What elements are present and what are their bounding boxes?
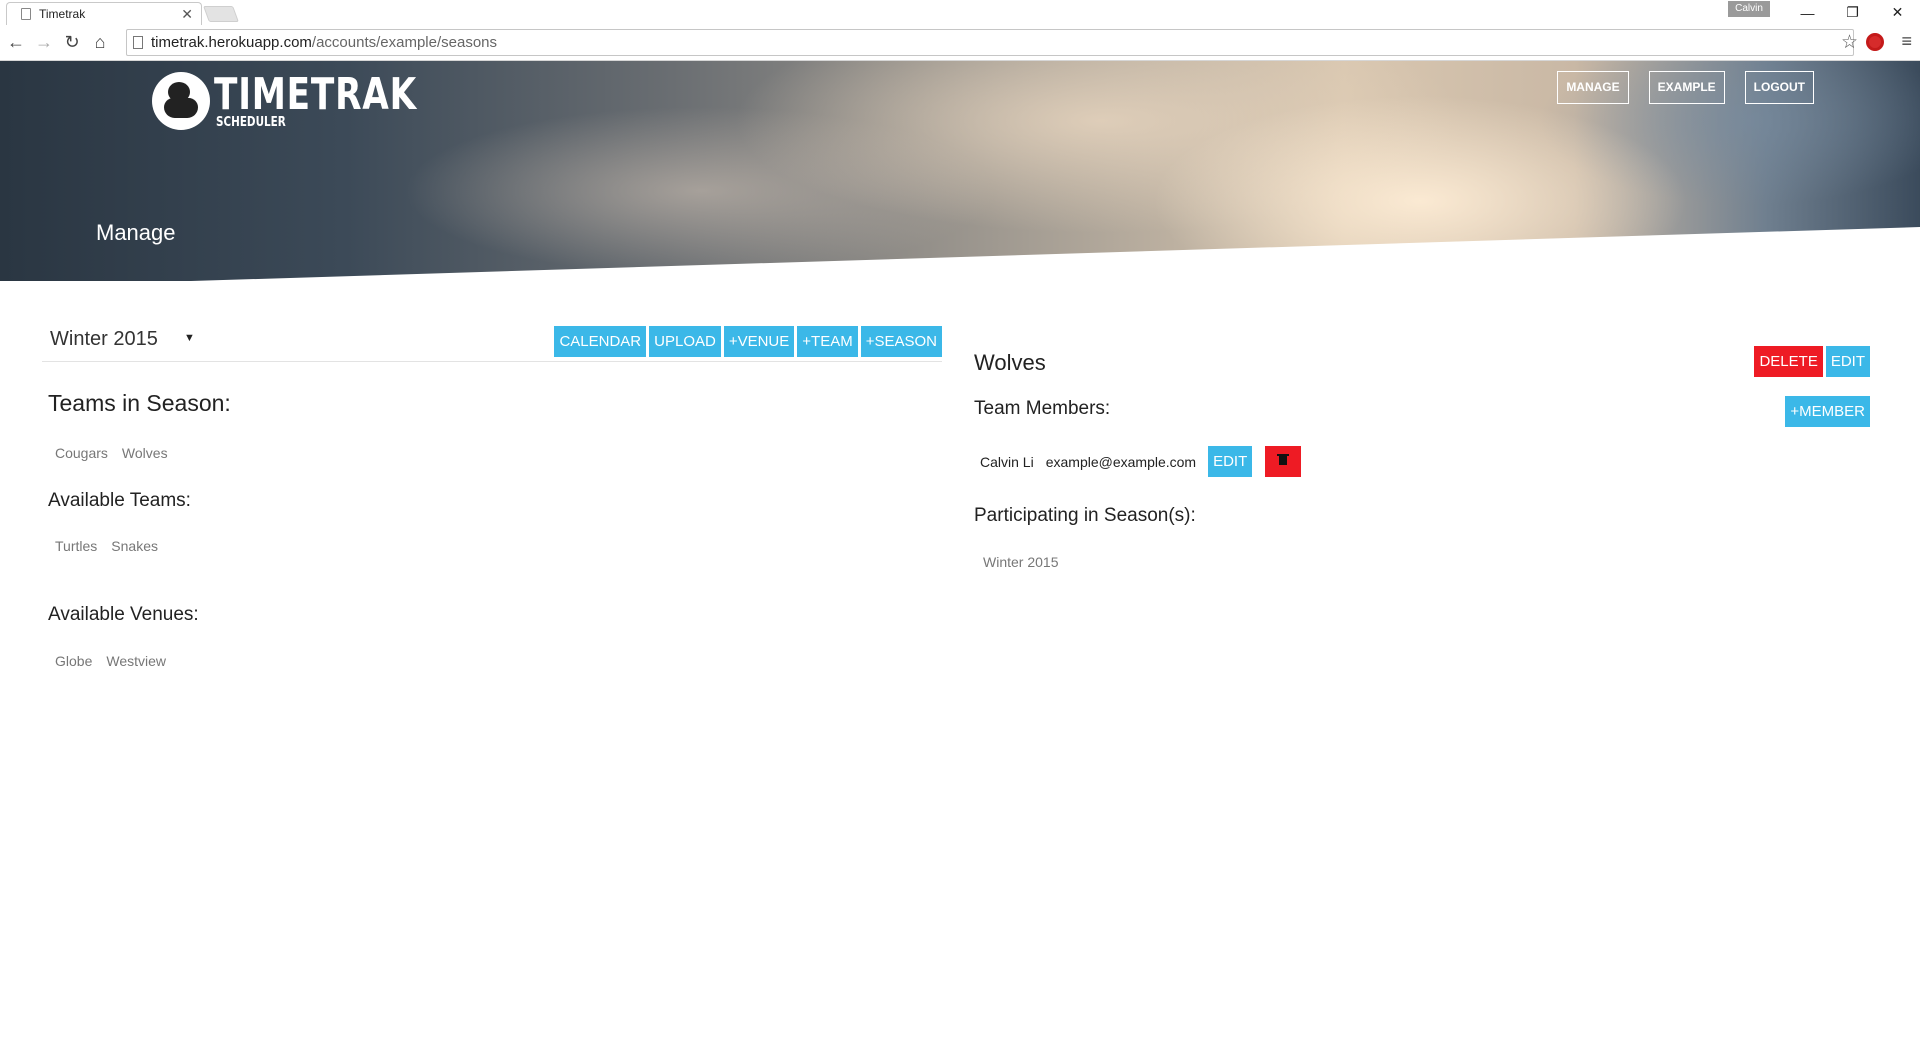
window-controls: — ❐ ✕ — [1785, 0, 1920, 25]
brand-logo[interactable]: TIMETRAK SCHEDULER — [152, 72, 474, 130]
season-chip[interactable]: Winter 2015 — [983, 554, 1058, 570]
nav-logout-button[interactable]: LOGOUT — [1744, 71, 1814, 104]
brand-title: TIMETRAK — [214, 69, 418, 120]
top-navigation: MANAGE EXAMPLE LOGOUT — [1557, 71, 1814, 104]
profile-badge[interactable]: Calvin — [1728, 1, 1770, 17]
available-venues-heading: Available Venues: — [48, 604, 199, 625]
season-select[interactable]: Winter 2015 — [50, 328, 158, 351]
venue-chip[interactable]: Globe — [55, 653, 92, 669]
team-chip[interactable]: Cougars — [55, 445, 108, 461]
extension-icon[interactable] — [1866, 33, 1884, 51]
team-chip[interactable]: Snakes — [111, 538, 158, 554]
duck-logo-icon — [152, 72, 210, 130]
tab-close-icon[interactable]: ✕ — [181, 6, 193, 23]
tab-title: Timetrak — [39, 7, 86, 21]
member-name: Calvin Li — [980, 453, 1034, 470]
venue-chip[interactable]: Westview — [106, 653, 166, 669]
reload-icon[interactable]: ↻ — [60, 31, 84, 55]
nav-manage-button[interactable]: MANAGE — [1557, 71, 1629, 104]
available-teams-list: Turtles Snakes — [55, 538, 158, 554]
delete-team-button[interactable]: DELETE — [1754, 346, 1823, 377]
browser-menu-icon[interactable]: ≡ — [1901, 31, 1912, 52]
team-name: Wolves — [974, 350, 1046, 375]
available-venues-list: Globe Westview — [55, 653, 166, 669]
brand-subtitle: SCHEDULER — [216, 115, 286, 130]
browser-tab[interactable]: Timetrak ✕ — [6, 2, 202, 25]
edit-member-button[interactable]: EDIT — [1208, 446, 1253, 477]
team-actions: DELETE EDIT — [1754, 346, 1870, 377]
page-info-icon — [133, 36, 143, 49]
trash-icon[interactable] — [1265, 446, 1302, 477]
season-toolbar: Winter 2015 ▼ CALENDAR UPLOAD +VENUE +TE… — [42, 320, 942, 362]
browser-toolbar: ← → ↻ ⌂ timetrak.herokuapp.com/accounts/… — [0, 25, 1920, 61]
member-email: example@example.com — [1045, 453, 1197, 470]
brand-text: TIMETRAK SCHEDULER — [214, 69, 474, 130]
participating-heading: Participating in Season(s): — [974, 505, 1196, 526]
page-icon — [21, 8, 31, 20]
nav-example-button[interactable]: EXAMPLE — [1648, 71, 1725, 104]
forward-arrow-icon[interactable]: → — [32, 31, 56, 55]
url-path: /accounts/example/seasons — [311, 34, 498, 51]
url-host: timetrak.herokuapp.com — [151, 34, 312, 51]
page-title: Manage — [96, 220, 176, 245]
add-season-button[interactable]: +SEASON — [860, 326, 942, 357]
team-chip[interactable]: Wolves — [122, 445, 168, 461]
teams-in-season-heading: Teams in Season: — [48, 390, 231, 416]
add-member-button[interactable]: +MEMBER — [1785, 396, 1870, 427]
team-members-heading: Team Members: — [974, 398, 1111, 419]
season-actions: CALENDAR UPLOAD +VENUE +TEAM +SEASON — [554, 326, 942, 357]
caret-down-icon[interactable]: ▼ — [184, 332, 195, 344]
participating-seasons-list: Winter 2015 — [983, 554, 1058, 570]
member-row: Calvin Li example@example.com EDIT — [980, 446, 1302, 477]
team-chip[interactable]: Turtles — [55, 538, 97, 554]
bookmark-star-icon[interactable]: ☆ — [1841, 31, 1858, 54]
season-panel: Winter 2015 ▼ CALENDAR UPLOAD +VENUE +TE… — [42, 320, 942, 669]
upload-button[interactable]: UPLOAD — [649, 326, 721, 357]
back-arrow-icon[interactable]: ← — [4, 31, 28, 55]
restore-icon[interactable]: ❐ — [1830, 0, 1875, 25]
calendar-button[interactable]: CALENDAR — [554, 326, 647, 357]
edit-team-button[interactable]: EDIT — [1825, 346, 1870, 377]
tab-strip: Timetrak ✕ Calvin — ❐ ✕ — [0, 0, 1920, 25]
available-teams-heading: Available Teams: — [48, 490, 191, 511]
address-bar[interactable]: timetrak.herokuapp.com/accounts/example/… — [126, 29, 1854, 56]
home-icon[interactable]: ⌂ — [88, 31, 112, 55]
teams-in-season-list: Cougars Wolves — [55, 445, 168, 461]
close-window-icon[interactable]: ✕ — [1875, 0, 1920, 25]
add-venue-button[interactable]: +VENUE — [723, 326, 795, 357]
add-team-button[interactable]: +TEAM — [797, 326, 858, 357]
new-tab-button[interactable] — [203, 6, 239, 22]
minimize-icon[interactable]: — — [1785, 0, 1830, 25]
